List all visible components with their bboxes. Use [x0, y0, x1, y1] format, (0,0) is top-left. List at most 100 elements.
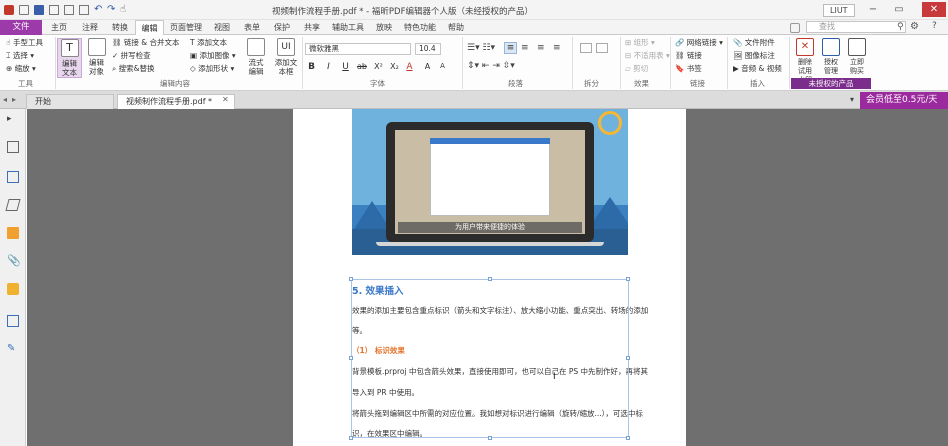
resize-handle[interactable]	[488, 277, 492, 281]
tab-comment[interactable]: 注释	[76, 20, 104, 35]
bookmarks-panel-icon[interactable]	[7, 171, 19, 183]
tab-home[interactable]: 主页	[44, 20, 74, 35]
underline-button[interactable]: U	[340, 62, 351, 72]
tab-view[interactable]: 视图	[208, 20, 236, 35]
spell-check-button[interactable]: ✓ 拼写检查	[112, 51, 151, 61]
bookmark-button[interactable]: 🔖 书签	[675, 64, 702, 74]
text-selection-box[interactable]	[351, 279, 629, 438]
tab-protect[interactable]: 保护	[268, 20, 296, 35]
tab-scroll-right-icon[interactable]: ▸	[12, 95, 16, 104]
page-thumbnails-icon[interactable]	[7, 141, 19, 153]
comments-icon[interactable]	[7, 227, 19, 239]
tab-form[interactable]: 表单	[238, 20, 266, 35]
align-center-button[interactable]: ≡	[521, 43, 529, 53]
file-attachment-button[interactable]: 📎 文件附件	[733, 38, 775, 48]
add-textbox-button[interactable]: UI 添加文本框	[272, 38, 300, 76]
fields-icon[interactable]	[7, 315, 19, 327]
tab-help[interactable]: 帮助	[442, 20, 470, 35]
hand-tool-button[interactable]: ☝ 手型工具	[6, 38, 43, 48]
print-icon[interactable]	[49, 5, 59, 15]
maximize-button[interactable]: ▭	[890, 2, 908, 17]
attachments-icon[interactable]: 📎	[7, 255, 21, 267]
justify-button[interactable]: ≡	[553, 43, 561, 53]
gear-icon[interactable]: ⚙	[910, 21, 919, 32]
resize-handle[interactable]	[349, 436, 353, 440]
tab-page-management[interactable]: 页面管理	[166, 20, 206, 35]
shrink-font-button[interactable]: A	[437, 62, 448, 70]
flow-edit-button[interactable]: 流式编辑	[244, 38, 268, 76]
signature-icon[interactable]: ✎	[7, 343, 19, 355]
link-button[interactable]: ⛓ 链接	[675, 51, 702, 61]
no-wrap-button[interactable]: ⊟ 不适用表 ▾	[625, 51, 670, 61]
sidebar-expand-icon[interactable]: ▸	[7, 113, 19, 125]
edit-text-button[interactable]: T 编辑文本	[57, 38, 82, 78]
add-image-button[interactable]: ▣ 添加图像 ▾	[190, 51, 236, 61]
layers-icon[interactable]	[5, 199, 21, 211]
add-text-button[interactable]: T 添加文本	[190, 38, 227, 48]
tab-start[interactable]: 开始	[26, 94, 114, 109]
search-input[interactable]: 查找	[806, 21, 906, 33]
tab-document[interactable]: 视频制作流程手册.pdf *	[117, 94, 235, 109]
strikethrough-button[interactable]: ab	[355, 62, 369, 71]
hand-dropdown-icon[interactable]: ☝	[120, 5, 130, 15]
image-annotation-button[interactable]: 🖼 图像标注	[733, 51, 775, 61]
minimize-button[interactable]: −	[864, 2, 882, 17]
tab-edit[interactable]: 编辑	[135, 20, 164, 35]
merge-shape-button[interactable]: ⊞ 组形 ▾	[625, 38, 655, 48]
font-color-button[interactable]: A	[404, 62, 415, 72]
security-lock-icon[interactable]	[7, 283, 19, 295]
link-merge-text-button[interactable]: ⛓ 链接 & 合并文本	[112, 38, 180, 48]
member-promo-banner[interactable]: 会员低至0.5元/天	[860, 92, 948, 109]
resize-handle[interactable]	[349, 356, 353, 360]
open-icon[interactable]	[19, 5, 29, 15]
save-icon[interactable]	[34, 5, 44, 15]
font-size-select[interactable]: 10.4	[415, 43, 441, 55]
tab-convert[interactable]: 转换	[106, 20, 134, 35]
tab-list-dropdown-icon[interactable]: ▾	[850, 95, 854, 104]
user-account-button[interactable]: LIUT	[823, 4, 855, 17]
resize-handle[interactable]	[626, 277, 630, 281]
list-buttons[interactable]: ☰▾ ☷▾	[467, 43, 495, 53]
tab-slideshow[interactable]: 放映	[370, 20, 398, 35]
tab-features[interactable]: 特色功能	[400, 20, 440, 35]
resize-handle[interactable]	[626, 436, 630, 440]
page-icon[interactable]	[64, 5, 74, 15]
tab-scroll-left-icon[interactable]: ◂	[3, 95, 7, 104]
add-shape-button[interactable]: ◇ 添加形状 ▾	[190, 64, 234, 74]
align-right-button[interactable]: ≡	[537, 43, 545, 53]
edit-object-button[interactable]: 编辑对象	[84, 38, 109, 76]
subscript-button[interactable]: X₂	[388, 62, 401, 71]
resize-handle[interactable]	[488, 436, 492, 440]
web-link-button[interactable]: 🔗 网络链接 ▾	[675, 38, 723, 48]
tab-file[interactable]: 文件	[0, 20, 42, 35]
buy-now-button[interactable]: 立即购买	[845, 38, 869, 76]
tab-share[interactable]: 共享	[298, 20, 326, 35]
chat-icon[interactable]	[790, 23, 800, 33]
grow-font-button[interactable]: A	[422, 62, 433, 71]
font-family-select[interactable]: 微软雅黑	[305, 43, 411, 55]
document-tab-bar: ◂ ▸ 开始 视频制作流程手册.pdf * ✕ ▾ 会员低至0.5元/天	[0, 91, 948, 109]
undo-icon[interactable]: ↶	[94, 5, 104, 15]
find-replace-button[interactable]: ⌕ 搜索&替换	[112, 64, 154, 74]
help-icon[interactable]: ?	[932, 21, 937, 31]
redo-icon[interactable]: ↷	[107, 5, 117, 15]
split-icon[interactable]	[580, 43, 592, 53]
bold-button[interactable]: B	[306, 62, 317, 72]
new-icon[interactable]	[79, 5, 89, 15]
close-tab-icon[interactable]: ✕	[222, 95, 229, 104]
zoom-tool-button[interactable]: ⊕ 缩放 ▾	[6, 64, 36, 74]
resize-handle[interactable]	[626, 356, 630, 360]
audio-video-button[interactable]: ▶ 音频 & 视频	[733, 64, 782, 74]
split-columns-icon[interactable]	[596, 43, 608, 53]
align-left-button[interactable]: ≡	[504, 42, 517, 54]
shear-button[interactable]: ▱ 剪切	[625, 64, 648, 74]
select-tool-button[interactable]: ⌶ 选择 ▾	[6, 51, 34, 61]
close-button[interactable]: ✕	[922, 2, 946, 17]
tab-accessibility-tools[interactable]: 辅助工具	[328, 20, 368, 35]
spacing-buttons[interactable]: ⇕▾ ⇤ ⇥ ⇳▾	[467, 61, 515, 71]
authorize-management-button[interactable]: 授权管理	[819, 38, 843, 76]
search-icon[interactable]: ⚲	[897, 22, 904, 32]
italic-button[interactable]: I	[323, 62, 334, 72]
superscript-button[interactable]: X²	[372, 62, 385, 71]
resize-handle[interactable]	[349, 277, 353, 281]
